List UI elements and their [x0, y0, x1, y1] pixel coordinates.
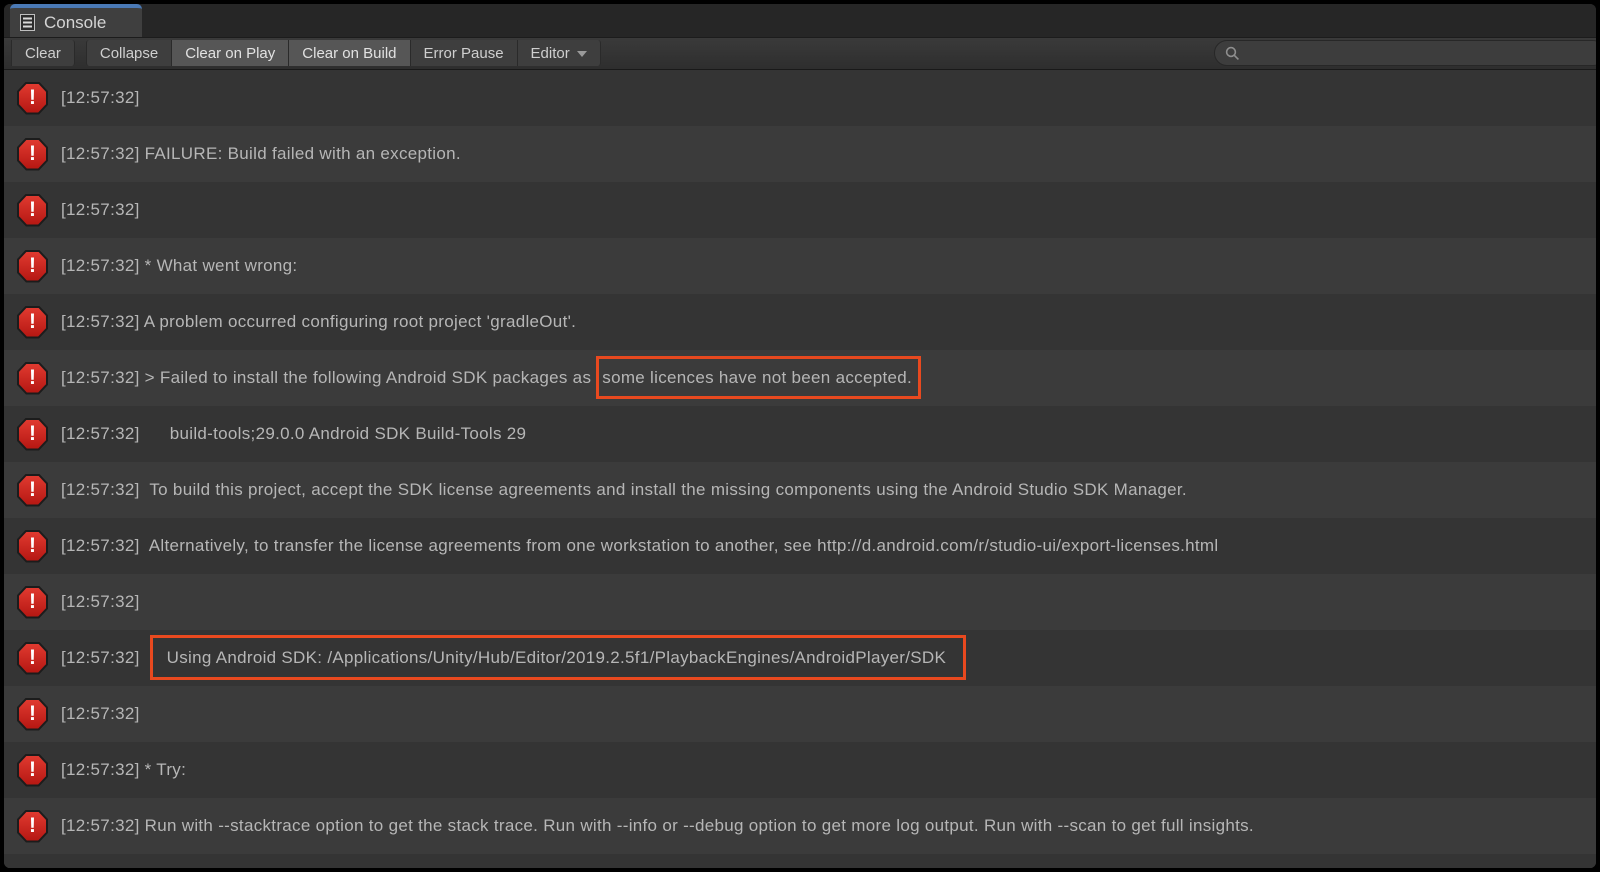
error-icon: !: [17, 362, 48, 395]
error-exclamation-glyph: !: [19, 420, 46, 449]
log-row[interactable]: ! [12:57:32]: [4, 574, 1596, 630]
error-exclamation-glyph: !: [19, 140, 46, 169]
error-icon: !: [17, 530, 48, 563]
error-exclamation-glyph: !: [19, 700, 46, 729]
annotation-highlight-box: Using Android SDK: /Applications/Unity/H…: [150, 635, 966, 680]
console-list-icon: [20, 14, 35, 31]
log-list: ! [12:57:32]! [12:57:32] FAILURE: Build fa…: [4, 70, 1596, 868]
tab-bar: Console: [4, 4, 1596, 38]
error-exclamation-glyph: !: [19, 812, 46, 841]
toolbar-buttons: Clear Collapse Clear on Play Clear on Build…: [4, 40, 601, 66]
search-input[interactable]: [1246, 45, 1595, 61]
log-message: [12:57:32] A problem occurred configurin…: [61, 312, 576, 332]
error-icon: !: [17, 586, 48, 619]
log-message: [12:57:32]: [61, 592, 140, 612]
log-row[interactable]: ! [12:57:32]: [4, 70, 1596, 126]
error-icon: !: [17, 474, 48, 507]
toolbar-button-error-pause[interactable]: Error Pause: [411, 40, 518, 66]
toolbar-button-editor[interactable]: Editor: [518, 40, 601, 66]
console-window: Console Clear Collapse Clear on Play Clear …: [0, 0, 1600, 872]
error-exclamation-glyph: !: [19, 308, 46, 337]
log-row[interactable]: ! [12:57:32] Alternatively, to transfer t…: [4, 518, 1596, 574]
log-row[interactable]: ! [12:57:32] Run with --stacktrace option…: [4, 798, 1596, 854]
toolbar-button-collapse[interactable]: Collapse: [86, 40, 172, 66]
log-row[interactable]: ! [12:57:32] build-tools;29.0.0 Android S…: [4, 406, 1596, 462]
toolbar-button-label: Collapse: [100, 45, 158, 62]
error-icon: !: [17, 698, 48, 731]
log-message: [12:57:32] FAILURE: Build failed with an…: [61, 144, 461, 164]
error-exclamation-glyph: !: [19, 756, 46, 785]
error-icon: !: [17, 642, 48, 675]
error-exclamation-glyph: !: [19, 476, 46, 505]
log-row[interactable]: ! [12:57:32]: [4, 182, 1596, 238]
error-icon: !: [17, 306, 48, 339]
error-exclamation-glyph: !: [19, 252, 46, 281]
error-icon: !: [17, 194, 48, 227]
log-message: [12:57:32]: [61, 704, 140, 724]
console-panel: Console Clear Collapse Clear on Play Clear …: [4, 4, 1596, 868]
toolbar-button-clear-on-play[interactable]: Clear on Play: [172, 40, 289, 66]
error-icon: !: [17, 754, 48, 787]
error-icon: !: [17, 138, 48, 171]
error-icon: !: [17, 810, 48, 843]
toolbar-button-clear-on-build[interactable]: Clear on Build: [289, 40, 410, 66]
toolbar-button-clear[interactable]: Clear: [11, 40, 75, 66]
log-message: [12:57:32] * Try:: [61, 760, 186, 780]
annotation-highlight-box: some licences have not been accepted.: [596, 356, 921, 399]
error-exclamation-glyph: !: [19, 364, 46, 393]
log-message: [12:57:32]: [61, 200, 140, 220]
search-box[interactable]: [1214, 40, 1596, 66]
error-exclamation-glyph: !: [19, 84, 46, 113]
tab-console[interactable]: Console: [10, 4, 142, 37]
toolbar-button-label: Clear on Play: [185, 45, 275, 62]
error-exclamation-glyph: !: [19, 644, 46, 673]
log-message: [12:57:32] Run with --stacktrace option …: [61, 816, 1254, 836]
log-message: [12:57:32] Using Android SDK: /Applicati…: [61, 648, 966, 668]
search-icon: [1225, 46, 1240, 61]
error-icon: !: [17, 250, 48, 283]
tab-label: Console: [44, 13, 106, 33]
error-exclamation-glyph: !: [19, 196, 46, 225]
log-message: [12:57:32] > Failed to install the follo…: [61, 368, 921, 388]
log-message: [12:57:32] build-tools;29.0.0 Android SD…: [61, 424, 526, 444]
log-message: [12:57:32] Alternatively, to transfer th…: [61, 536, 1218, 556]
log-message: [12:57:32] To build this project, accept…: [61, 480, 1187, 500]
log-message: [12:57:32] * What went wrong:: [61, 256, 297, 276]
log-row[interactable]: ! [12:57:32]: [4, 686, 1596, 742]
log-row-partial: [4, 854, 1596, 868]
error-icon: !: [17, 418, 48, 451]
toolbar: Clear Collapse Clear on Play Clear on Build…: [4, 38, 1596, 70]
toolbar-button-label: Clear on Build: [302, 45, 396, 62]
log-row[interactable]: ! [12:57:32] > Failed to install the foll…: [4, 350, 1596, 406]
log-row[interactable]: ! [12:57:32] To build this project, accep…: [4, 462, 1596, 518]
log-row[interactable]: ! [12:57:32] FAILURE: Build failed with a…: [4, 126, 1596, 182]
log-row[interactable]: ! [12:57:32] Using Android SDK: /Applicat…: [4, 630, 1596, 686]
log-row[interactable]: ! [12:57:32] A problem occurred configuri…: [4, 294, 1596, 350]
log-row[interactable]: ! [12:57:32] * Try:: [4, 742, 1596, 798]
log-row[interactable]: ! [12:57:32] * What went wrong:: [4, 238, 1596, 294]
error-exclamation-glyph: !: [19, 588, 46, 617]
toolbar-button-label: Error Pause: [424, 45, 504, 62]
error-icon: !: [17, 82, 48, 115]
toolbar-button-label: Clear: [25, 45, 61, 62]
error-exclamation-glyph: !: [19, 532, 46, 561]
toolbar-button-label: Editor: [531, 45, 570, 62]
log-message: [12:57:32]: [61, 88, 140, 108]
chevron-down-icon: [577, 51, 587, 57]
